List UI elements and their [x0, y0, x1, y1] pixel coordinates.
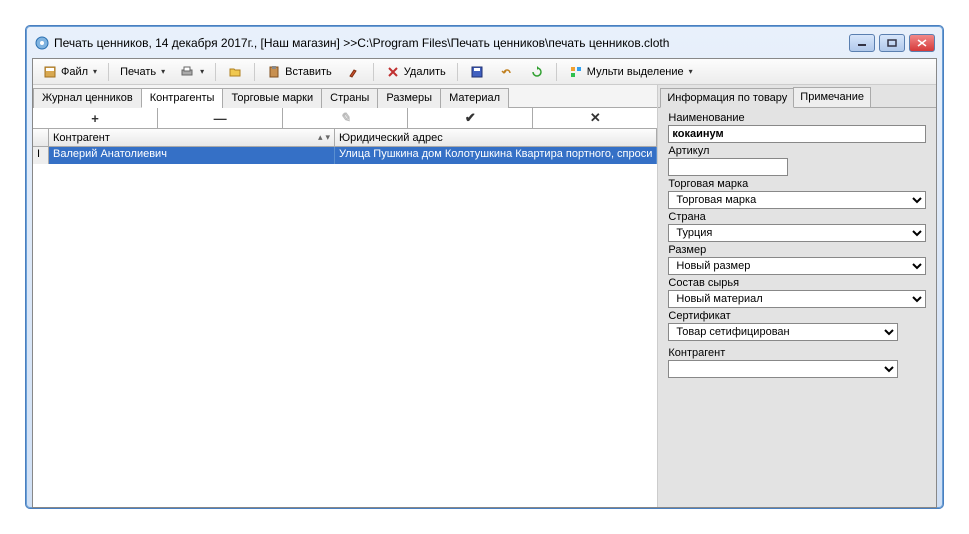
chevron-down-icon: ▾ [689, 67, 693, 76]
tab-journal[interactable]: Журнал ценников [33, 88, 142, 108]
grid-body[interactable]: I Валерий Анатолиевич Улица Пушкина дом … [33, 147, 657, 507]
chevron-down-icon: ▾ [161, 67, 165, 76]
cell-address[interactable]: Улица Пушкина дом Колотушкина Квартира п… [335, 147, 657, 164]
printer-button[interactable]: ▾ [174, 61, 209, 83]
folder-open-icon [227, 64, 243, 80]
nav-apply[interactable]: ✔ [408, 108, 533, 128]
field-country: Страна Турция [668, 211, 926, 242]
left-pane: Журнал ценников Контрагенты Торговые мар… [33, 85, 658, 507]
paste-icon [266, 64, 282, 80]
window-buttons [849, 34, 935, 52]
minimize-button[interactable] [849, 34, 875, 52]
delete-icon [385, 64, 401, 80]
nav-remove[interactable]: — [158, 108, 283, 128]
brush-button[interactable] [341, 61, 367, 83]
undo-icon [499, 64, 515, 80]
undo-button[interactable] [494, 61, 520, 83]
window-title: Печать ценников, 14 декабря 2017г., [Наш… [54, 36, 849, 50]
save-icon [469, 64, 485, 80]
window-frame: Печать ценников, 14 декабря 2017г., [Наш… [25, 25, 944, 509]
close-button[interactable] [909, 34, 935, 52]
country-select[interactable]: Турция [668, 224, 926, 242]
content: Журнал ценников Контрагенты Торговые мар… [33, 85, 936, 507]
toolbar: Файл ▾ Печать ▾ ▾ Вставить Удалить [33, 59, 936, 85]
nav-edit[interactable]: ✎ [283, 108, 408, 128]
table-row[interactable]: I Валерий Анатолиевич Улица Пушкина дом … [33, 147, 657, 164]
right-tabs: Информация по товару Примечание [658, 85, 936, 107]
printer-icon [179, 64, 195, 80]
right-pane: Информация по товару Примечание Наименов… [658, 85, 936, 507]
file-menu[interactable]: Файл ▾ [37, 61, 102, 83]
name-input[interactable] [668, 125, 926, 143]
open-button[interactable] [222, 61, 248, 83]
cell-counterparty[interactable]: Валерий Анатолиевич [49, 147, 335, 164]
refresh-button[interactable] [524, 61, 550, 83]
record-navigator: + — ✎ ✔ ✕ [33, 108, 657, 129]
grid-col-address[interactable]: Юридический адрес [335, 129, 657, 146]
tab-counterparties[interactable]: Контрагенты [141, 88, 224, 108]
tab-material[interactable]: Материал [440, 88, 509, 108]
nav-add[interactable]: + [33, 108, 158, 128]
sort-indicator: ▴ [318, 132, 323, 143]
field-counterparty: Контрагент [668, 347, 926, 378]
brush-icon [346, 64, 362, 80]
multiselect-icon [568, 64, 584, 80]
tab-notes[interactable]: Примечание [793, 87, 871, 107]
paste-button[interactable]: Вставить [261, 61, 337, 83]
field-cert: Сертификат Товар сетифицирован [668, 310, 926, 341]
material-select[interactable]: Новый материал [668, 290, 926, 308]
print-menu[interactable]: Печать ▾ [115, 63, 170, 81]
grid-col-counterparty[interactable]: Контрагент ▴ ▾ [49, 129, 335, 146]
print-label: Печать [120, 66, 156, 78]
size-select[interactable]: Новый размер [668, 257, 926, 275]
delete-button[interactable]: Удалить [380, 61, 451, 83]
field-brand: Торговая марка Торговая марка [668, 178, 926, 209]
field-sku: Артикул [668, 145, 926, 176]
form-body: Наименование Артикул Торговая марка Торг… [658, 107, 936, 507]
file-label: Файл [61, 66, 88, 78]
client-area: Файл ▾ Печать ▾ ▾ Вставить Удалить [32, 58, 937, 508]
filter-dropdown-icon[interactable]: ▾ [325, 132, 330, 143]
brand-select[interactable]: Торговая марка [668, 191, 926, 209]
refresh-icon [529, 64, 545, 80]
delete-label: Удалить [404, 66, 446, 78]
tab-sizes[interactable]: Размеры [377, 88, 441, 108]
main-tabs: Журнал ценников Контрагенты Торговые мар… [33, 85, 657, 108]
paste-label: Вставить [285, 66, 332, 78]
row-indicator: I [33, 147, 49, 164]
app-icon [34, 35, 50, 51]
save-button[interactable] [464, 61, 490, 83]
cert-select[interactable]: Товар сетифицирован [668, 323, 898, 341]
file-icon [42, 64, 58, 80]
counterparty-select[interactable] [668, 360, 898, 378]
tab-brands[interactable]: Торговые марки [222, 88, 322, 108]
field-size: Размер Новый размер [668, 244, 926, 275]
sku-input[interactable] [668, 158, 788, 176]
nav-cancel[interactable]: ✕ [533, 108, 657, 128]
multiselect-label: Мульти выделение [587, 66, 684, 78]
titlebar: Печать ценников, 14 декабря 2017г., [Наш… [32, 32, 937, 54]
tab-product-info[interactable]: Информация по товару [660, 88, 794, 108]
grid-header: Контрагент ▴ ▾ Юридический адрес [33, 129, 657, 147]
field-material: Состав сырья Новый материал [668, 277, 926, 308]
chevron-down-icon: ▾ [200, 67, 204, 76]
chevron-down-icon: ▾ [93, 67, 97, 76]
field-name: Наименование [668, 112, 926, 143]
multiselect-button[interactable]: Мульти выделение ▾ [563, 61, 698, 83]
maximize-button[interactable] [879, 34, 905, 52]
tab-countries[interactable]: Страны [321, 88, 378, 108]
grid-indicator-col [33, 129, 49, 146]
